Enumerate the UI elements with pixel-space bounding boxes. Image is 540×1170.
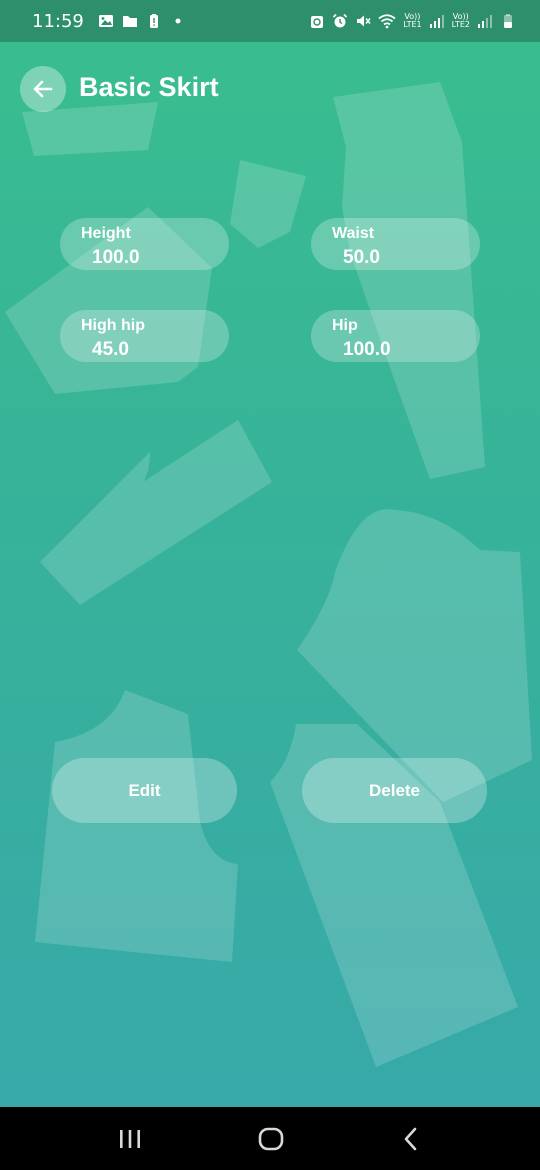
status-time: 11:59 [32,10,84,32]
sewing-pattern-background [5,82,532,1067]
signal-1-icon [429,15,444,28]
battery-alert-icon [149,14,158,28]
arrow-back-icon [33,80,53,98]
back-nav-icon[interactable] [399,1126,423,1152]
alarm-icon [333,13,348,28]
hip-value: 100.0 [343,339,391,360]
sim2-label: LTE2 [451,20,470,29]
notification-dot-icon [175,18,181,24]
height-label: Height [81,225,131,242]
hip-field[interactable]: Hip 100.0 [311,310,480,362]
signal-2-icon [478,15,492,28]
folder-icon [122,16,137,27]
high-hip-field[interactable]: High hip 45.0 [60,310,229,362]
image-icon [98,15,113,27]
back-button[interactable] [20,66,66,112]
mute-icon [357,15,371,27]
waist-field[interactable]: Waist 50.0 [311,218,480,270]
height-field[interactable]: Height 100.0 [60,218,229,270]
battery-icon [504,14,512,28]
hip-label: Hip [332,317,358,334]
recent-apps-icon[interactable] [117,1127,143,1151]
waist-label: Waist [332,225,375,242]
waist-value: 50.0 [343,247,380,268]
navigation-bar [0,1107,540,1170]
high-hip-label: High hip [81,317,145,334]
sync-lock-icon [311,16,324,28]
detail-screen: Basic Skirt Height 100.0 Waist 50.0 High… [0,42,540,1107]
height-value: 100.0 [92,247,140,268]
status-bar: 11:59 Vo)) LTE1 Vo)) LTE2 [0,0,540,42]
sim1-indicator: Vo)) LTE1 [403,13,421,29]
delete-button[interactable]: Delete [302,758,487,823]
wifi-icon [378,14,396,29]
edit-button[interactable]: Edit [52,758,237,823]
sim1-label: LTE1 [403,20,422,29]
home-icon[interactable] [257,1126,285,1152]
high-hip-value: 45.0 [92,339,129,360]
page-title: Basic Skirt [79,72,219,102]
sim2-indicator: Vo)) LTE2 [452,13,470,29]
